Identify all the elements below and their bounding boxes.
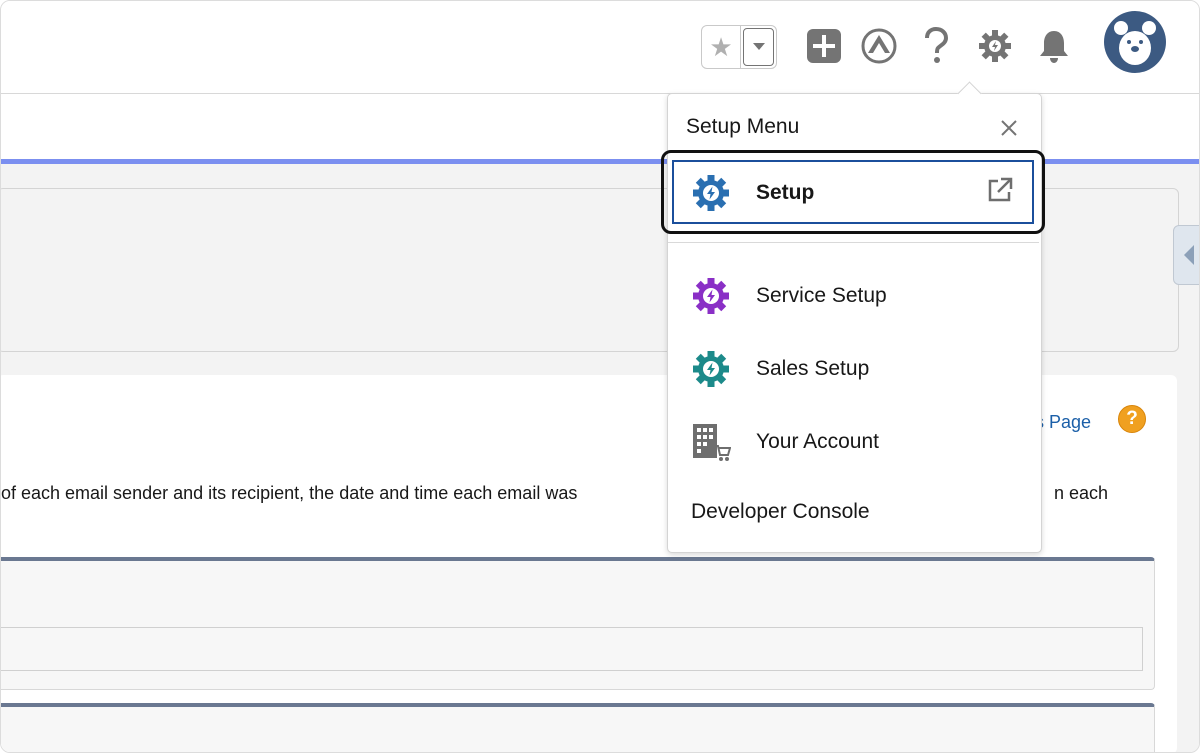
gear-bolt-icon	[691, 349, 731, 389]
help-badge-icon[interactable]: ?	[1118, 405, 1146, 433]
gear-bolt-icon	[691, 276, 731, 316]
favorites-group[interactable]: ★	[701, 25, 777, 69]
menu-item-setup[interactable]: Setup	[671, 167, 1037, 219]
menu-item-sales-setup[interactable]: Sales Setup	[671, 343, 1037, 395]
star-icon[interactable]: ★	[702, 26, 741, 68]
results-section	[1, 703, 1155, 752]
page-description: of each email sender and its recipient, …	[1, 483, 578, 503]
bear-avatar-icon[interactable]	[1104, 11, 1166, 73]
gear-icon[interactable]	[975, 26, 1015, 66]
menu-item-your-account[interactable]: Your Account	[671, 416, 1037, 468]
menu-item-label: Service Setup	[756, 284, 887, 307]
menu-divider	[668, 242, 1039, 243]
close-icon[interactable]	[997, 116, 1021, 140]
app-window: ★ nis Page ? of each email sender and it…	[0, 0, 1200, 753]
sidebar-toggle-handle[interactable]	[1173, 225, 1199, 285]
question-icon[interactable]	[916, 26, 956, 66]
menu-item-developer-console[interactable]: Developer Console	[691, 500, 870, 524]
caret-down-icon[interactable]	[743, 28, 774, 66]
menu-item-service-setup[interactable]: Service Setup	[671, 270, 1037, 322]
external-link-icon[interactable]	[986, 176, 1014, 204]
filter-input[interactable]	[1, 627, 1143, 671]
menu-item-label: Setup	[756, 181, 815, 204]
page-description-continued: n each	[1054, 483, 1109, 503]
menu-item-label: Sales Setup	[756, 357, 870, 380]
menu-item-label: Your Account	[756, 430, 879, 453]
setup-menu-title: Setup Menu	[686, 115, 800, 138]
plus-icon[interactable]	[804, 26, 844, 66]
trailhead-icon[interactable]	[859, 26, 899, 66]
global-header: ★	[1, 1, 1199, 94]
bell-icon[interactable]	[1034, 26, 1074, 66]
gear-bolt-icon	[691, 173, 731, 213]
building-cart-icon	[691, 422, 731, 462]
